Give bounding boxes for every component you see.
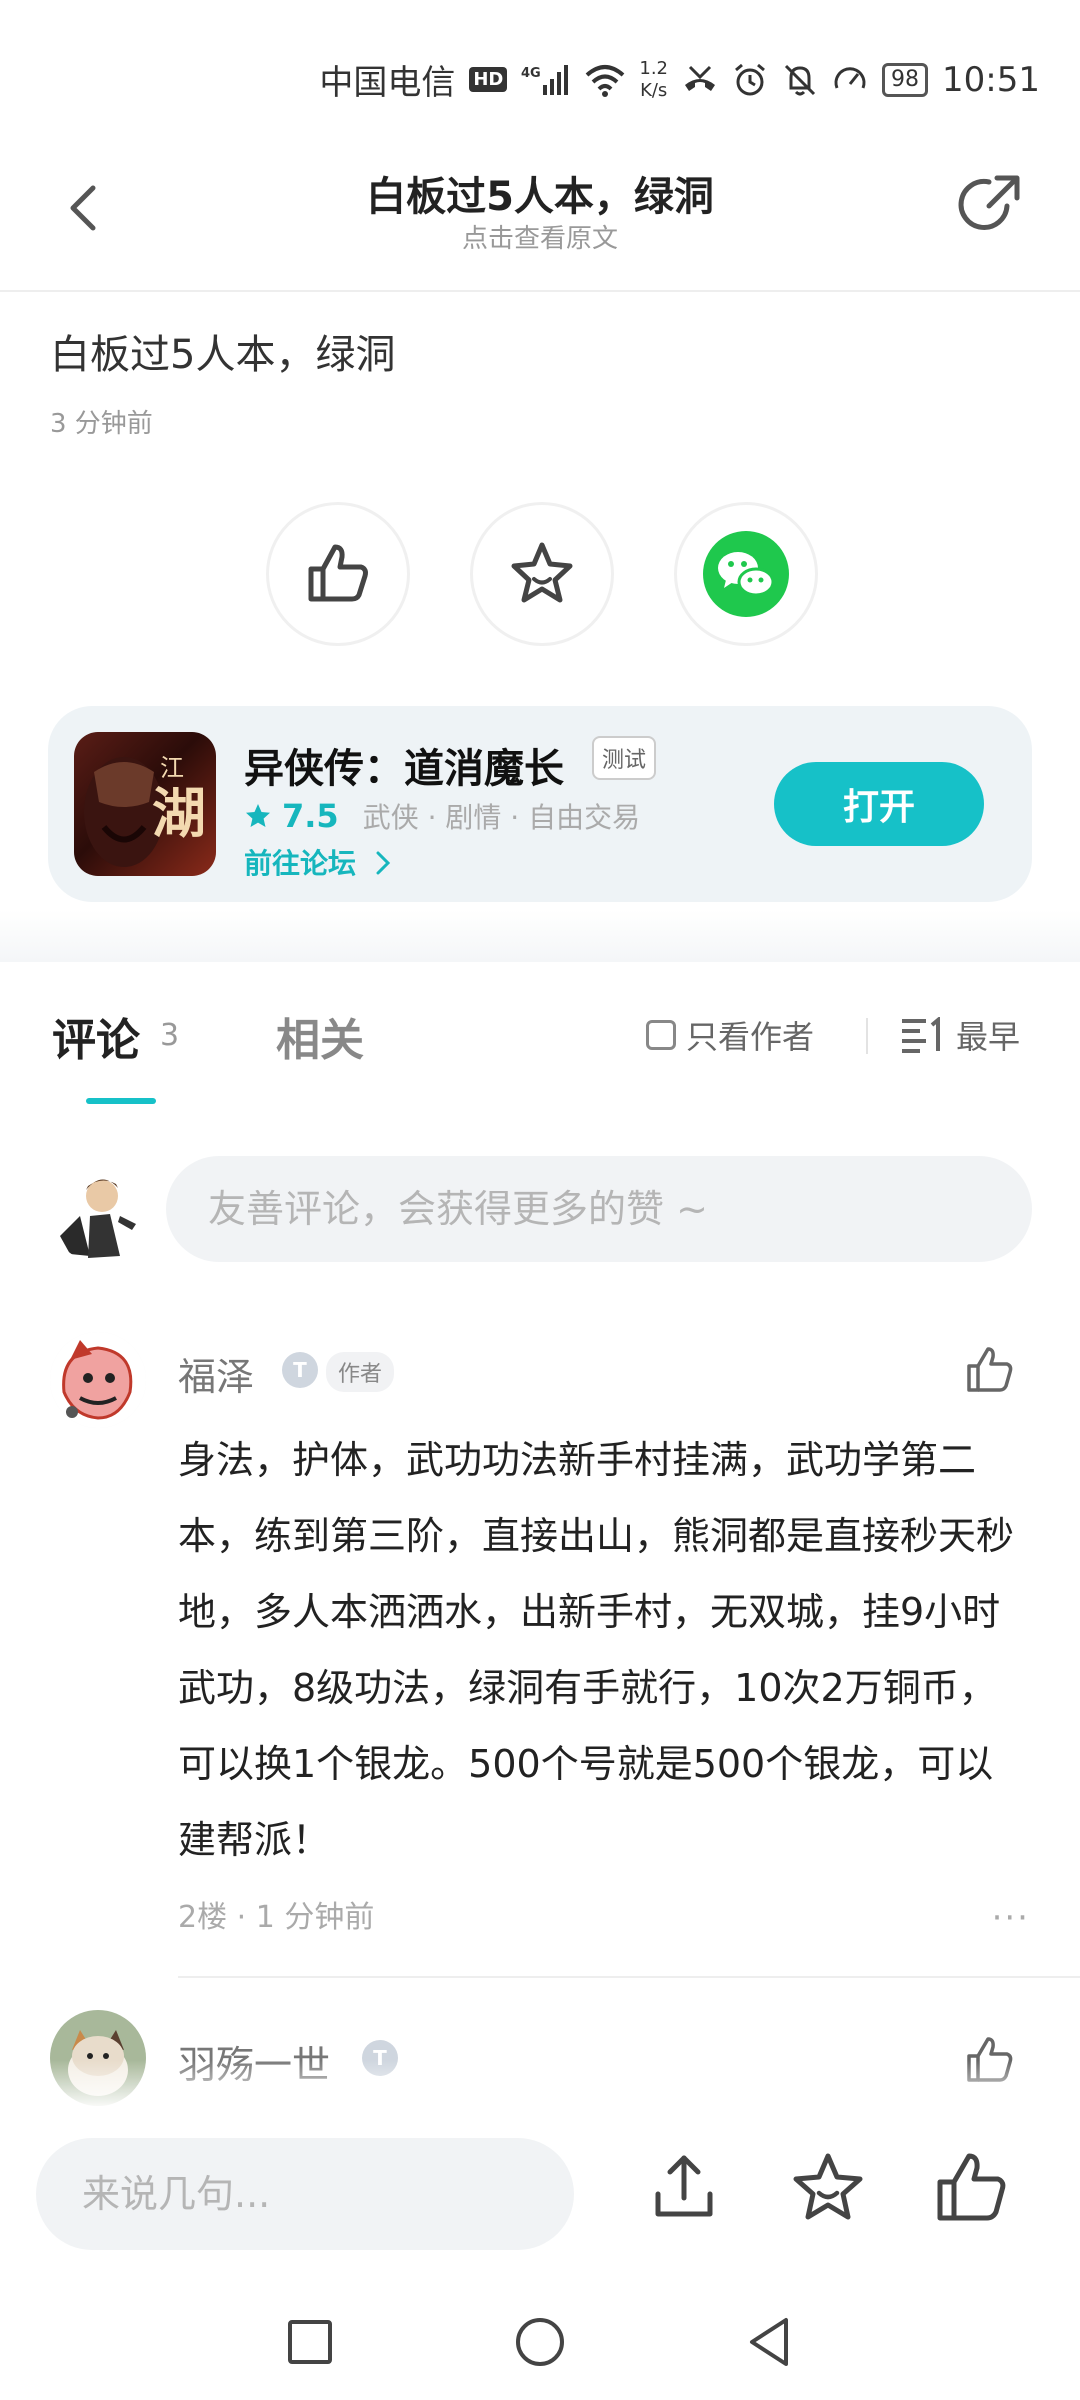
like-button[interactable]	[266, 502, 410, 646]
bottom-action-bar	[0, 2106, 1080, 2290]
game-rating-row: 7.5 武侠 · 剧情 · 自由交易	[244, 796, 640, 836]
avatar-illustration	[60, 1179, 136, 1258]
system-nav-bar	[0, 2290, 1080, 2400]
rating-star-icon	[246, 804, 270, 827]
level-badge: T	[282, 1352, 318, 1388]
svg-text:江: 江	[160, 754, 184, 782]
sort-toggle[interactable]: 最早	[900, 1012, 1020, 1058]
bottom-fade	[0, 2060, 1080, 2110]
tab-related[interactable]: 相关	[276, 1004, 364, 1068]
forum-link[interactable]: 前往论坛	[244, 842, 394, 882]
status-bar: 中国电信 HD 4G 1.2 K/s 98 10:51	[0, 0, 1080, 150]
call-forward-icon	[685, 65, 716, 91]
avatar[interactable]	[50, 1332, 146, 1428]
star-icon[interactable]	[788, 2148, 868, 2228]
clock: 10:51	[942, 59, 1040, 100]
view-original-link[interactable]: 点击查看原文	[0, 218, 1080, 255]
share-upload-icon[interactable]	[644, 2148, 724, 2228]
top-bar: 白板过5人本，绿洞 点击查看原文	[0, 150, 1080, 292]
game-genres: 武侠 · 剧情 · 自由交易	[362, 801, 641, 834]
avatar-illustration	[50, 1332, 146, 1428]
sort-icon	[902, 1017, 940, 1053]
sort-label: 最早	[956, 1018, 1021, 1056]
comment-author-name[interactable]: 福泽	[178, 1346, 254, 1401]
more-options-icon[interactable]: ···	[992, 1898, 1030, 1938]
game-icon[interactable]: 江 湖	[74, 732, 216, 876]
wechat-share-button[interactable]	[674, 502, 818, 646]
tab-separator	[866, 1018, 868, 1054]
only-author-label: 只看作者	[686, 1018, 815, 1056]
thumbs-up-icon[interactable]	[932, 2148, 1012, 2228]
section-divider	[0, 910, 1080, 962]
alarm-icon	[735, 63, 765, 95]
reply-input[interactable]	[36, 2138, 574, 2250]
speedometer-icon	[834, 66, 866, 89]
thumbs-up-icon[interactable]	[964, 1344, 1016, 1396]
comment-input[interactable]	[166, 1156, 1032, 1262]
net-speed: 1.2 K/s	[639, 57, 669, 101]
open-game-button[interactable]: 打开	[774, 762, 984, 846]
author-tag: 作者	[326, 1352, 395, 1392]
mute-bell-icon	[784, 64, 816, 95]
share-icon[interactable]	[955, 170, 1025, 240]
game-name: 异侠传：道消魔长	[244, 746, 564, 792]
favorite-button[interactable]	[470, 502, 614, 646]
only-author-toggle[interactable]: 只看作者	[646, 1012, 814, 1058]
page-title: 白板过5人本，绿洞	[366, 174, 714, 220]
only-author-checkbox[interactable]	[646, 1020, 676, 1050]
wechat-icon	[703, 531, 789, 617]
chevron-right-icon	[376, 851, 390, 875]
my-avatar[interactable]	[50, 1166, 146, 1262]
carrier-name: 中国电信	[319, 63, 456, 103]
test-tag: 测试	[592, 736, 657, 780]
post-title: 白板过5人本，绿洞	[50, 332, 396, 378]
comment-body: 身法，护体，武功功法新手村挂满，武功学第二本，练到第三阶，直接出山，熊洞都是直接…	[178, 1438, 1015, 1862]
status-icons: 中国电信 HD 4G 1.2 K/s 98 10:51	[319, 55, 1040, 104]
post-time: 3 分钟前	[50, 409, 153, 439]
battery-indicator: 98	[882, 62, 929, 97]
comment-divider	[178, 1976, 1080, 1978]
game-card[interactable]: 江 湖 异侠传：道消魔长 测试 7.5 武侠 · 剧情 · 自由交易 前往论坛 …	[48, 706, 1032, 902]
game-icon-art: 江 湖	[84, 754, 206, 867]
thumbs-up-icon	[308, 544, 368, 602]
game-rating: 7.5	[282, 797, 339, 835]
home-circle-icon[interactable]	[510, 2312, 570, 2372]
comments-count: 3	[160, 1018, 180, 1053]
wifi-icon	[586, 64, 625, 97]
back-triangle-icon[interactable]	[740, 2312, 800, 2372]
star-icon	[511, 542, 573, 603]
comment-meta: 2楼 · 1 分钟前	[178, 1900, 375, 1935]
hd-badge: HD	[469, 67, 508, 92]
svg-text:4G: 4G	[521, 66, 541, 81]
tab-comments[interactable]: 评论	[52, 1004, 140, 1068]
active-tab-indicator	[86, 1098, 156, 1104]
recents-square-icon[interactable]	[280, 2312, 340, 2372]
signal-icon: 4G	[521, 64, 569, 95]
svg-text:湖: 湖	[152, 781, 206, 845]
